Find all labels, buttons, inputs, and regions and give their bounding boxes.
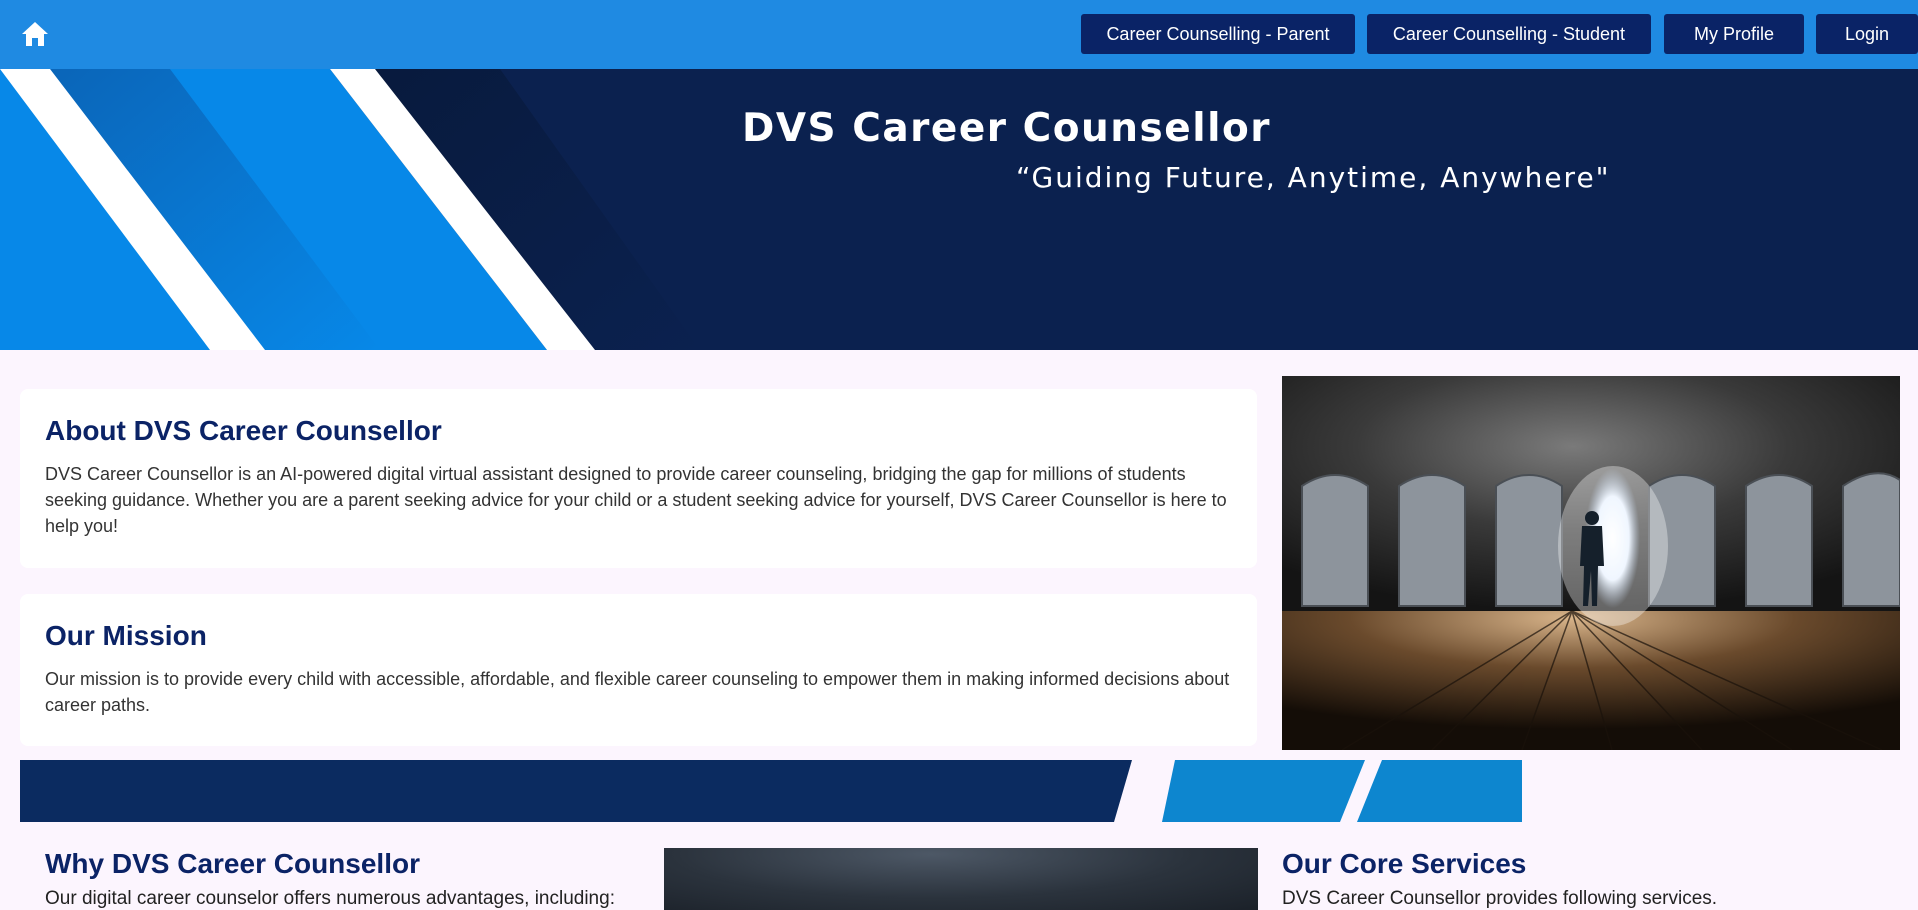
services-heading: Our Core Services: [1282, 848, 1527, 879]
about-card: About DVS Career Counsellor DVS Career C…: [20, 389, 1257, 568]
services-intro: DVS Career Counsellor provides following…: [1282, 888, 1718, 909]
stripe-banner: [20, 760, 1522, 822]
career-counselling-parent-button[interactable]: Career Counselling - Parent: [1081, 14, 1355, 54]
hero-banner: DVS Career Counsellor “Guiding Future, A…: [0, 69, 1918, 350]
mission-heading: Our Mission: [45, 620, 207, 651]
why-photo: [664, 848, 1258, 910]
mission-card: Our Mission Our mission is to provide ev…: [20, 594, 1257, 746]
home-icon[interactable]: [20, 20, 50, 48]
login-button[interactable]: Login: [1816, 14, 1918, 54]
my-profile-button[interactable]: My Profile: [1664, 14, 1804, 54]
why-heading: Why DVS Career Counsellor: [45, 848, 420, 879]
mission-body: Our mission is to provide every child wi…: [45, 669, 1230, 715]
doors-photo: [1282, 376, 1900, 750]
hero-title: DVS Career Counsellor: [742, 106, 1271, 151]
about-heading: About DVS Career Counsellor: [45, 415, 442, 446]
career-counselling-student-button[interactable]: Career Counselling - Student: [1367, 14, 1651, 54]
top-nav-bar: Career Counselling - Parent Career Couns…: [0, 0, 1918, 69]
why-intro: Our digital career counselor offers nume…: [45, 888, 615, 909]
about-body: DVS Career Counsellor is an AI-powered d…: [45, 464, 1227, 536]
hero-tagline: “Guiding Future, Anytime, Anywhere": [1016, 161, 1611, 194]
